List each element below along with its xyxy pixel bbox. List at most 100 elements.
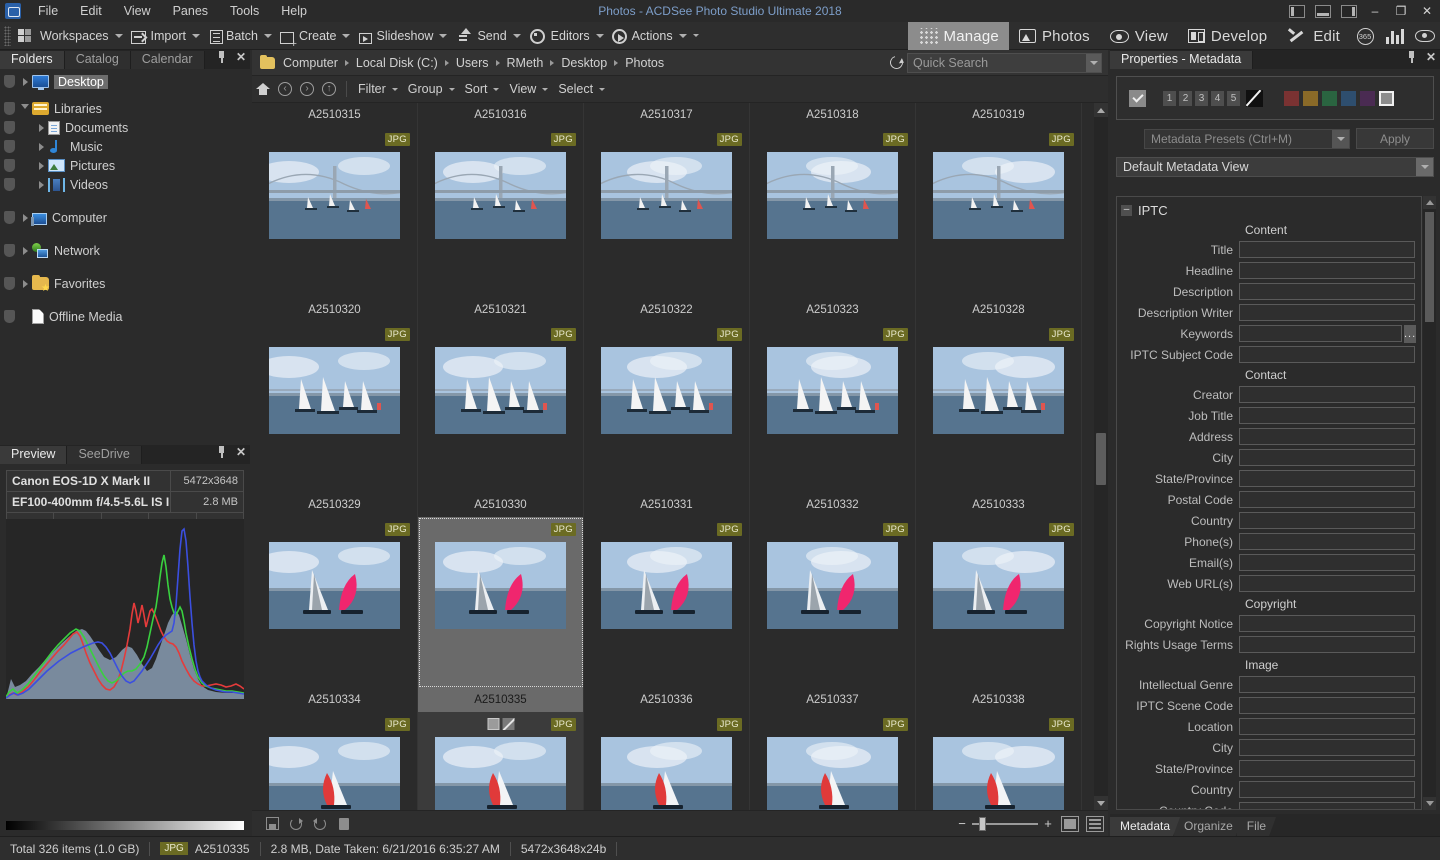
thumbnail-image[interactable] [435, 542, 566, 629]
chevron-down-icon[interactable] [493, 88, 499, 91]
thumbnail-label-cell[interactable]: A2510317 [584, 103, 750, 127]
restore-button[interactable]: ❐ [1388, 0, 1414, 22]
chevron-down-icon[interactable] [264, 34, 272, 38]
thumbnail-label-cell[interactable]: A2510315 [252, 103, 418, 127]
thumbnail-image[interactable] [933, 737, 1064, 810]
field-input-description[interactable] [1239, 283, 1415, 300]
thumbnail-cell[interactable]: JPG [750, 322, 916, 493]
metadata-presets-select[interactable]: Metadata Presets (Ctrl+M) [1144, 129, 1350, 149]
thumbnail-label-cell[interactable]: A2510331 [584, 493, 750, 517]
chevron-down-icon[interactable] [542, 88, 548, 91]
thumbnail-label-cell[interactable]: A2510320 [252, 298, 418, 322]
twisty-icon[interactable] [34, 181, 48, 189]
thumbnail-label-cell[interactable]: A2510337 [750, 688, 916, 712]
tab-catalog[interactable]: Catalog [65, 51, 131, 69]
clear-rating-icon[interactable] [502, 718, 514, 730]
back-icon[interactable]: ‹ [274, 78, 296, 100]
thumbnail-cell[interactable]: JPG [584, 127, 750, 298]
field-input-iptc-subject-code[interactable] [1239, 346, 1415, 363]
chevron-down-icon[interactable] [439, 34, 447, 38]
color-label-4[interactable] [1341, 91, 1356, 106]
field-input-email-s-[interactable] [1239, 554, 1415, 571]
breadcrumb-item[interactable]: Local Disk (C:) [353, 54, 441, 72]
toggle-bottom-pane-button[interactable] [1315, 5, 1331, 18]
field-input-city[interactable] [1239, 739, 1415, 756]
field-input-location[interactable] [1239, 718, 1415, 735]
thumbnail-image[interactable] [933, 542, 1064, 629]
thumbnail-cell[interactable]: JPG [418, 322, 584, 493]
metadata-scrollbar[interactable] [1423, 196, 1436, 810]
scroll-down-icon[interactable] [1423, 797, 1436, 810]
close-button[interactable]: ✕ [1414, 0, 1440, 22]
thumbnail-label-cell[interactable]: A2510338 [916, 688, 1082, 712]
menu-tools[interactable]: Tools [219, 0, 270, 22]
thumbnail-image[interactable] [269, 737, 400, 810]
tab-calendar[interactable]: Calendar [131, 51, 205, 69]
chevron-down-icon[interactable] [596, 34, 604, 38]
scroll-up-icon[interactable] [1094, 103, 1108, 117]
view-menu-view[interactable]: View [504, 80, 553, 98]
mode-tab-view[interactable]: View [1100, 22, 1178, 50]
twisty-icon[interactable] [18, 247, 32, 255]
mode-tab-manage[interactable]: Manage [908, 22, 1009, 50]
pin-icon[interactable] [217, 51, 227, 63]
thumbnail-label-cell[interactable]: A2510333 [916, 493, 1082, 517]
breadcrumb-item[interactable]: RMeth [504, 54, 547, 72]
eye-icon[interactable] [1410, 22, 1440, 50]
rating-2-button[interactable]: 2 [1179, 91, 1192, 106]
color-label-3[interactable] [1322, 91, 1337, 106]
toolbar-slideshow-button[interactable]: Slideshow [354, 24, 451, 48]
rating-3-button[interactable]: 3 [1195, 91, 1208, 106]
scroll-up-icon[interactable] [1423, 196, 1436, 209]
chevron-down-icon[interactable] [392, 88, 398, 91]
scrollbar-thumb[interactable] [1096, 433, 1106, 485]
thumbnail-image[interactable] [767, 152, 898, 239]
field-input-job-title[interactable] [1239, 407, 1415, 424]
thumbnail-image[interactable] [269, 542, 400, 629]
thumbnail-cell[interactable]: JPG [750, 517, 916, 688]
tab-properties-metadata[interactable]: Properties - Metadata [1110, 51, 1253, 69]
thumbnail-cell[interactable]: JPG [916, 712, 1082, 810]
menu-help[interactable]: Help [270, 0, 318, 22]
chevron-down-icon[interactable] [1416, 158, 1433, 176]
properties-tab-metadata[interactable]: Metadata [1110, 817, 1180, 836]
metadata-view-select[interactable]: Default Metadata View [1116, 157, 1434, 177]
tab-seedrive[interactable]: SeeDrive [67, 446, 141, 464]
color-label-6[interactable] [1379, 91, 1394, 106]
thumbnail-label-cell[interactable]: A2510330 [418, 493, 584, 517]
close-icon[interactable]: ✕ [236, 51, 246, 63]
close-icon[interactable]: ✕ [1426, 51, 1436, 63]
chevron-down-icon[interactable] [599, 88, 605, 91]
pin-icon[interactable] [1407, 51, 1417, 63]
rating-5-button[interactable]: 5 [1227, 91, 1240, 106]
field-input-country[interactable] [1239, 781, 1415, 798]
thumbnail-image[interactable] [601, 542, 732, 629]
twisty-icon[interactable] [18, 104, 32, 113]
chevron-down-icon[interactable] [1332, 130, 1349, 148]
toolbar-overflow-caret[interactable] [693, 34, 699, 37]
collapse-icon[interactable]: – [1121, 205, 1132, 216]
chevron-down-icon[interactable] [342, 34, 350, 38]
scrollbar-thumb[interactable] [1425, 212, 1434, 322]
thumbnail-cell[interactable]: JPG [750, 127, 916, 298]
thumbnail-zoom-slider[interactable]: − + [956, 816, 1104, 832]
thumbnail-image[interactable] [601, 152, 732, 239]
twisty-icon[interactable] [34, 162, 48, 170]
field-input-description-writer[interactable] [1239, 304, 1415, 321]
rotate-left-icon[interactable] [284, 814, 308, 834]
chevron-down-icon[interactable] [192, 34, 200, 38]
delete-icon[interactable] [332, 814, 356, 834]
thumbnail-cell[interactable]: JPG [418, 712, 584, 810]
thumbnail-image[interactable] [601, 737, 732, 810]
detail-view-icon[interactable] [1086, 816, 1104, 832]
twisty-icon[interactable] [18, 214, 32, 222]
chevron-down-icon[interactable] [679, 34, 687, 38]
refresh-button[interactable] [885, 56, 907, 69]
thumbnail-cell[interactable]: JPG [584, 517, 750, 688]
chevron-down-icon[interactable] [449, 88, 455, 91]
toolbar-batch-button[interactable]: Batch [204, 24, 276, 48]
twisty-icon[interactable] [18, 280, 32, 288]
properties-tab-file[interactable]: File [1237, 817, 1276, 836]
thumbnail-image[interactable] [767, 542, 898, 629]
tree-item-documents[interactable]: Documents [0, 118, 250, 137]
